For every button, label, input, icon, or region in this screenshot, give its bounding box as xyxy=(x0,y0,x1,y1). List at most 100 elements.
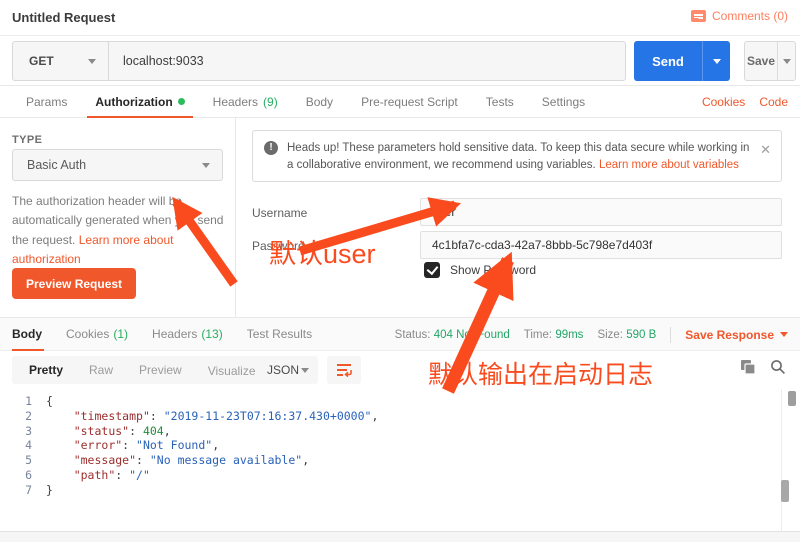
code-line: 3 "status": 404, xyxy=(0,424,800,439)
response-tab-headers[interactable]: Headers(13) xyxy=(140,318,235,350)
save-button[interactable]: Save xyxy=(744,41,796,81)
save-options-button[interactable] xyxy=(778,42,795,80)
size-value: 590 B xyxy=(626,329,656,341)
username-input[interactable]: user xyxy=(420,198,782,226)
response-tab-count: (1) xyxy=(113,327,128,341)
auth-type-label: TYPE xyxy=(12,134,42,146)
code-line: 7} xyxy=(0,483,800,498)
line-number: 6 xyxy=(0,468,46,483)
tab-count: (9) xyxy=(263,95,278,109)
response-tab-test-results[interactable]: Test Results xyxy=(235,318,324,350)
tab-label: Body xyxy=(306,95,333,109)
wrap-lines-button[interactable] xyxy=(327,356,361,384)
code-line: 1{ xyxy=(0,394,800,409)
divider xyxy=(670,327,671,343)
response-meta: Status: 404 Not Found Time: 99ms Size: 5… xyxy=(395,318,788,351)
close-icon[interactable]: ✕ xyxy=(760,140,771,160)
preview-request-button[interactable]: Preview Request xyxy=(12,268,136,299)
code-line: 4 "error": "Not Found", xyxy=(0,438,800,453)
show-password-checkbox[interactable]: Show Password xyxy=(424,262,536,278)
code-link[interactable]: Code xyxy=(759,95,788,109)
response-tab-label: Cookies xyxy=(66,327,109,341)
tab-label: Pre-request Script xyxy=(361,95,458,109)
editor-border xyxy=(781,389,782,531)
chevron-down-icon xyxy=(713,59,721,64)
show-password-label: Show Password xyxy=(450,263,536,277)
chevron-down-icon xyxy=(783,59,791,64)
response-tab-label: Body xyxy=(12,327,42,341)
format-value: JSON xyxy=(267,363,299,377)
line-number: 7 xyxy=(0,483,46,498)
response-tab-list: Body Cookies (1) Headers(13) Test Results xyxy=(12,318,324,350)
view-preview[interactable]: Preview xyxy=(126,363,195,377)
time-value: 99ms xyxy=(555,329,583,341)
status-pair: Status: 404 Not Found xyxy=(395,329,510,341)
password-input[interactable]: 4c1bfa7c-cda3-42a7-8bbb-5c798e7d403f xyxy=(420,231,782,259)
request-header-bar: Untitled Request Comments (0) xyxy=(0,0,800,36)
learn-more-variables-link[interactable]: Learn more about variables xyxy=(599,159,739,171)
method-dropdown[interactable]: GET xyxy=(12,41,108,81)
code-line: 6 "path": "/" xyxy=(0,468,800,483)
line-content: "status": 404, xyxy=(46,424,171,439)
tab-label: Params xyxy=(26,95,67,109)
wrap-lines-icon xyxy=(336,363,352,377)
comments-button[interactable]: Comments (0) xyxy=(691,9,788,23)
response-tab-label: Headers xyxy=(152,327,197,341)
search-icon xyxy=(770,359,786,375)
auth-type-panel: TYPE Basic Auth The authorization header… xyxy=(0,118,236,318)
line-content: "message": "No message available", xyxy=(46,453,309,468)
checkbox-checked-icon[interactable] xyxy=(424,262,440,278)
tab-label: Settings xyxy=(542,95,585,109)
line-content: "error": "Not Found", xyxy=(46,438,219,453)
view-pretty[interactable]: Pretty xyxy=(16,363,76,377)
search-button[interactable] xyxy=(770,359,786,375)
tab-headers[interactable]: Headers(9) xyxy=(199,86,292,117)
line-content: "path": "/" xyxy=(46,468,150,483)
send-options-button[interactable] xyxy=(703,41,730,81)
status-label: Status: xyxy=(395,329,431,341)
line-number: 5 xyxy=(0,453,46,468)
chevron-down-icon xyxy=(202,163,210,168)
url-input[interactable]: localhost:9033 xyxy=(108,41,626,81)
username-value: user xyxy=(432,205,455,219)
tab-body[interactable]: Body xyxy=(292,86,347,117)
response-body-editor[interactable]: 1{2 "timestamp": "2019-11-23T07:16:37.43… xyxy=(0,389,800,531)
line-number: 4 xyxy=(0,438,46,453)
line-number: 2 xyxy=(0,409,46,424)
size-label: Size: xyxy=(597,329,623,341)
save-label[interactable]: Save xyxy=(745,42,778,80)
format-dropdown[interactable]: JSON xyxy=(258,356,318,384)
tab-settings[interactable]: Settings xyxy=(528,86,599,117)
request-url-row: GET localhost:9033 Send Save xyxy=(0,36,800,86)
code-line: 2 "timestamp": "2019-11-23T07:16:37.430+… xyxy=(0,409,800,424)
line-content: "timestamp": "2019-11-23T07:16:37.430+00… xyxy=(46,409,378,424)
response-tab-cookies[interactable]: Cookies (1) xyxy=(54,318,140,350)
line-number: 3 xyxy=(0,424,46,439)
response-tab-body[interactable]: Body xyxy=(12,318,54,350)
tab-pre-request-script[interactable]: Pre-request Script xyxy=(347,86,472,117)
status-value: 404 Not Found xyxy=(434,329,510,341)
cookies-link[interactable]: Cookies xyxy=(702,95,745,109)
username-label: Username xyxy=(252,206,307,220)
auth-type-dropdown[interactable]: Basic Auth xyxy=(12,149,223,181)
method-value: GET xyxy=(29,54,54,68)
copy-button[interactable] xyxy=(740,359,756,375)
tab-params[interactable]: Params xyxy=(12,86,81,117)
green-dot-icon xyxy=(178,98,185,105)
send-label[interactable]: Send xyxy=(634,41,703,81)
view-raw[interactable]: Raw xyxy=(76,363,126,377)
request-tabs-right: Cookies Code xyxy=(702,86,788,118)
response-tab-label: Test Results xyxy=(247,327,312,341)
editor-scrollbar-thumb[interactable] xyxy=(781,480,789,502)
line-number: 1 xyxy=(0,394,46,409)
comment-icon xyxy=(691,10,706,22)
tab-tests[interactable]: Tests xyxy=(472,86,528,117)
warning-icon: ! xyxy=(264,141,278,155)
chevron-down-icon xyxy=(88,59,96,64)
view-mode-switcher: PrettyRawPreviewVisualizeBETA xyxy=(12,356,296,384)
time-label: Time: xyxy=(524,329,552,341)
save-response-button[interactable]: Save Response xyxy=(685,328,788,342)
tab-authorization[interactable]: Authorization xyxy=(81,86,198,117)
page-scrollbar-thumb[interactable] xyxy=(788,391,796,406)
send-button[interactable]: Send xyxy=(634,41,730,81)
